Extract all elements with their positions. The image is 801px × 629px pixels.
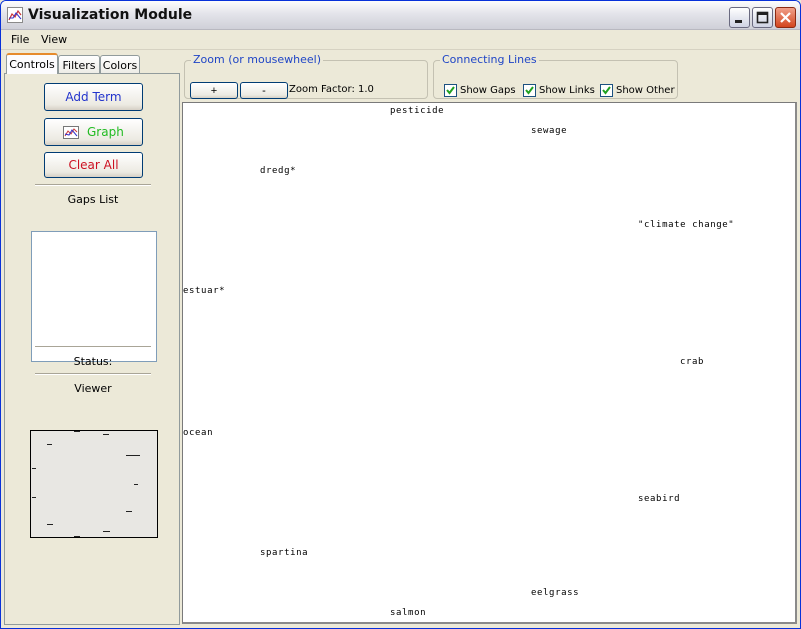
- show-gaps-checkbox[interactable]: [444, 84, 457, 97]
- term-node[interactable]: spartina: [260, 548, 308, 558]
- menu-view[interactable]: View: [41, 33, 67, 46]
- term-node[interactable]: sewage: [531, 126, 567, 136]
- chart-app-icon: [7, 7, 23, 23]
- title-bar[interactable]: Visualization Module: [1, 1, 800, 30]
- connecting-lines-group: Connecting Lines Show Gaps Show Links Sh…: [433, 53, 678, 99]
- show-other-label: Show Other: [616, 85, 675, 96]
- graph-label: Graph: [87, 125, 124, 140]
- zoom-in-button[interactable]: +: [190, 82, 238, 99]
- term-node[interactable]: salmon: [390, 608, 426, 618]
- separator: [35, 373, 151, 375]
- minimap-mark: [32, 468, 36, 469]
- controls-panel: Add Term Graph Clear All Gaps List Statu…: [4, 73, 180, 625]
- minimap-mark: [32, 497, 36, 498]
- minimap-mark: [74, 431, 80, 432]
- tab-controls[interactable]: Controls: [6, 53, 58, 74]
- minimap-mark: [103, 531, 110, 532]
- term-node[interactable]: eelgrass: [531, 588, 579, 598]
- graph-canvas[interactable]: pesticide sewage dredg* "climate change"…: [182, 102, 797, 624]
- term-node[interactable]: estuar*: [183, 286, 225, 296]
- minimap-mark: [74, 536, 80, 537]
- term-node[interactable]: seabird: [638, 494, 680, 504]
- term-node[interactable]: "climate change": [638, 220, 734, 230]
- add-term-label: Add Term: [65, 90, 122, 105]
- maximize-button[interactable]: [752, 7, 773, 28]
- app-window: Visualization Module File View Controls …: [0, 0, 801, 629]
- graph-button[interactable]: Graph: [44, 118, 143, 146]
- minimap-mark: [126, 455, 140, 456]
- clear-all-button[interactable]: Clear All: [44, 152, 143, 178]
- minimap-mark: [47, 444, 52, 445]
- gaps-list-label: Gaps List: [67, 193, 119, 206]
- viewer-label: Viewer: [74, 382, 112, 395]
- show-links-checkbox[interactable]: [523, 84, 536, 97]
- graph-icon: [63, 125, 80, 139]
- term-node[interactable]: dredg*: [260, 166, 296, 176]
- minimap-mark: [47, 524, 53, 525]
- zoom-factor-readout: Zoom Factor: 1.0: [289, 84, 374, 95]
- term-node[interactable]: crab: [680, 357, 704, 367]
- left-panel: Controls Filters Colors Add Term Graph C…: [4, 53, 180, 625]
- menu-bar: File View: [1, 30, 800, 50]
- separator: [35, 346, 151, 348]
- minimap-mark: [126, 511, 132, 512]
- window-title: Visualization Module: [28, 7, 193, 23]
- zoom-group-title: Zoom (or mousewheel): [191, 53, 324, 66]
- zoom-group: Zoom (or mousewheel) + - Zoom Factor: 1.…: [184, 53, 428, 99]
- show-links-label: Show Links: [539, 85, 595, 96]
- viewer-minimap[interactable]: [30, 430, 158, 538]
- status-label: Status:: [73, 355, 113, 368]
- term-node[interactable]: ocean: [183, 428, 213, 438]
- zoom-out-button[interactable]: -: [240, 82, 288, 99]
- tab-colors[interactable]: Colors: [100, 55, 140, 74]
- gaps-list[interactable]: [31, 231, 157, 362]
- term-node[interactable]: pesticide: [390, 106, 444, 116]
- connecting-lines-title: Connecting Lines: [440, 53, 539, 66]
- menu-file[interactable]: File: [11, 33, 29, 46]
- separator: [35, 184, 151, 186]
- close-button[interactable]: [775, 7, 796, 28]
- show-gaps-label: Show Gaps: [460, 85, 516, 96]
- clear-all-label: Clear All: [68, 158, 119, 173]
- show-other-checkbox[interactable]: [600, 84, 613, 97]
- tab-filters[interactable]: Filters: [58, 55, 100, 74]
- add-term-button[interactable]: Add Term: [44, 83, 143, 111]
- minimize-button[interactable]: [729, 7, 750, 28]
- minimap-mark: [134, 484, 138, 485]
- minimap-mark: [103, 434, 109, 435]
